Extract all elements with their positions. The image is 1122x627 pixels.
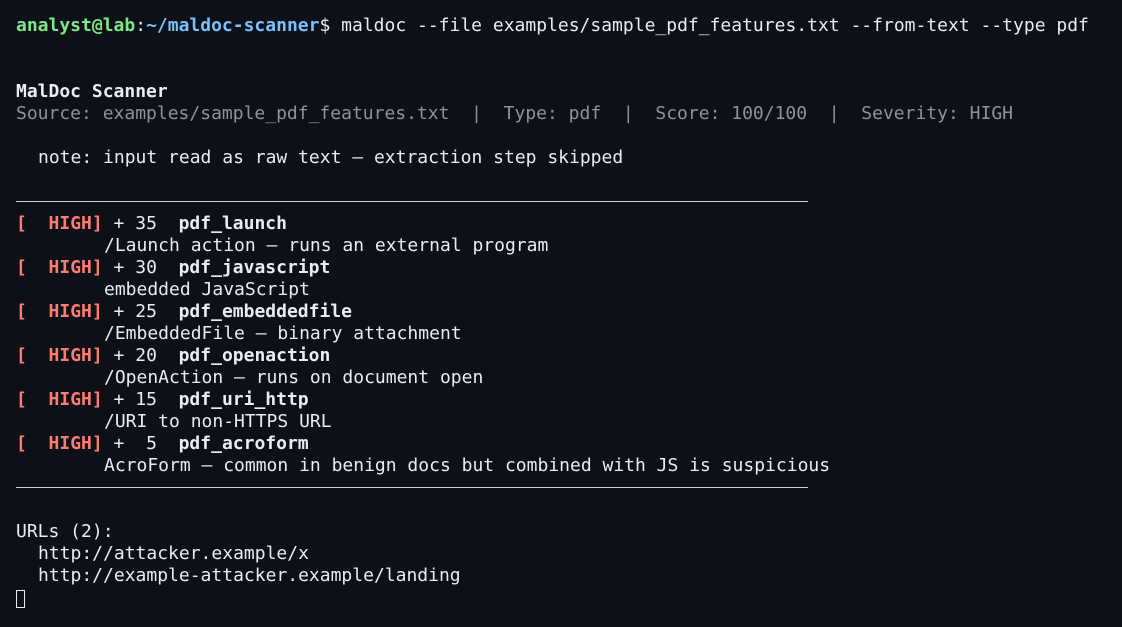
finding-name: pdf_javascript — [178, 257, 331, 278]
finding-score: + 25 — [102, 301, 157, 322]
severity-label: HIGH — [26, 301, 92, 322]
finding-description: /URI to non-HTTPS URL — [104, 411, 332, 432]
report-note: note: input read as raw text — extractio… — [38, 147, 624, 168]
severity-bracket-close: ] — [91, 433, 103, 454]
finding-row: [ HIGH] + 30 pdf_javascript — [16, 257, 1106, 279]
divider-bottom — [16, 477, 1106, 499]
report-title: MalDoc Scanner — [16, 81, 168, 102]
finding-name: pdf_openaction — [178, 345, 331, 366]
terminal-window[interactable]: analyst@lab:~/maldoc-scanner$ maldoc --f… — [0, 0, 1122, 627]
severity-bracket-open: [ — [16, 213, 27, 234]
finding-name: pdf_acroform — [178, 433, 309, 454]
urls-header: URLs (2): — [16, 521, 114, 542]
severity-bracket-close: ] — [91, 301, 103, 322]
severity-bracket-close: ] — [91, 257, 103, 278]
finding-row: [ HIGH] + 20 pdf_openaction — [16, 345, 1106, 367]
finding-score: + 20 — [102, 345, 157, 366]
severity-bracket-open: [ — [16, 301, 27, 322]
finding-description: /EmbeddedFile — binary attachment — [104, 323, 462, 344]
cursor-line[interactable] — [16, 587, 1106, 609]
divider-top — [16, 191, 1106, 213]
url-item: http://attacker.example/x — [38, 543, 309, 564]
finding-name: pdf_launch — [178, 213, 287, 234]
prompt-user-host: analyst@lab — [16, 15, 136, 36]
finding-name: pdf_embeddedfile — [178, 301, 352, 322]
severity-label: HIGH — [26, 433, 92, 454]
command-line: analyst@lab:~/maldoc-scanner$ maldoc --f… — [16, 15, 1106, 37]
finding-description: AcroForm — common in benign docs but com… — [104, 455, 831, 476]
text-cursor — [16, 589, 25, 608]
severity-bracket-close: ] — [91, 389, 103, 410]
finding-gap — [157, 433, 179, 454]
severity-bracket-open: [ — [16, 389, 27, 410]
finding-description: /OpenAction — runs on document open — [104, 367, 484, 388]
finding-description: /Launch action — runs an external progra… — [104, 235, 549, 256]
prompt-symbol: $ — [319, 15, 331, 36]
severity-bracket-close: ] — [91, 345, 103, 366]
prompt-separator: : — [135, 15, 147, 36]
severity-bracket-open: [ — [16, 433, 27, 454]
finding-row: [ HIGH] + 25 pdf_embeddedfile — [16, 301, 1106, 323]
findings-list: [ HIGH] + 35 pdf_launch/Launch action — … — [16, 213, 1106, 477]
severity-bracket-open: [ — [16, 257, 27, 278]
finding-row: [ HIGH] + 5 pdf_acroform — [16, 433, 1106, 455]
severity-bracket-close: ] — [91, 213, 103, 234]
finding-name: pdf_uri_http — [178, 389, 309, 410]
finding-score: + 5 — [102, 433, 157, 454]
url-item: http://example-attacker.example/landing — [38, 565, 461, 586]
finding-gap — [157, 213, 179, 234]
finding-gap — [157, 389, 179, 410]
prompt-cwd: ~/maldoc-scanner — [146, 15, 320, 36]
finding-row: [ HIGH] + 35 pdf_launch — [16, 213, 1106, 235]
severity-label: HIGH — [26, 213, 92, 234]
finding-score: + 30 — [102, 257, 157, 278]
finding-gap — [157, 301, 179, 322]
severity-label: HIGH — [26, 345, 92, 366]
finding-description: embedded JavaScript — [104, 279, 310, 300]
finding-gap — [157, 257, 179, 278]
severity-label: HIGH — [26, 257, 92, 278]
finding-gap — [157, 345, 179, 366]
report-source-line: Source: examples/sample_pdf_features.txt… — [16, 103, 1013, 124]
finding-row: [ HIGH] + 15 pdf_uri_http — [16, 389, 1106, 411]
severity-bracket-open: [ — [16, 345, 27, 366]
command-text: maldoc --file examples/sample_pdf_featur… — [330, 15, 1089, 36]
finding-score: + 15 — [102, 389, 157, 410]
finding-score: + 35 — [102, 213, 157, 234]
severity-label: HIGH — [26, 389, 92, 410]
